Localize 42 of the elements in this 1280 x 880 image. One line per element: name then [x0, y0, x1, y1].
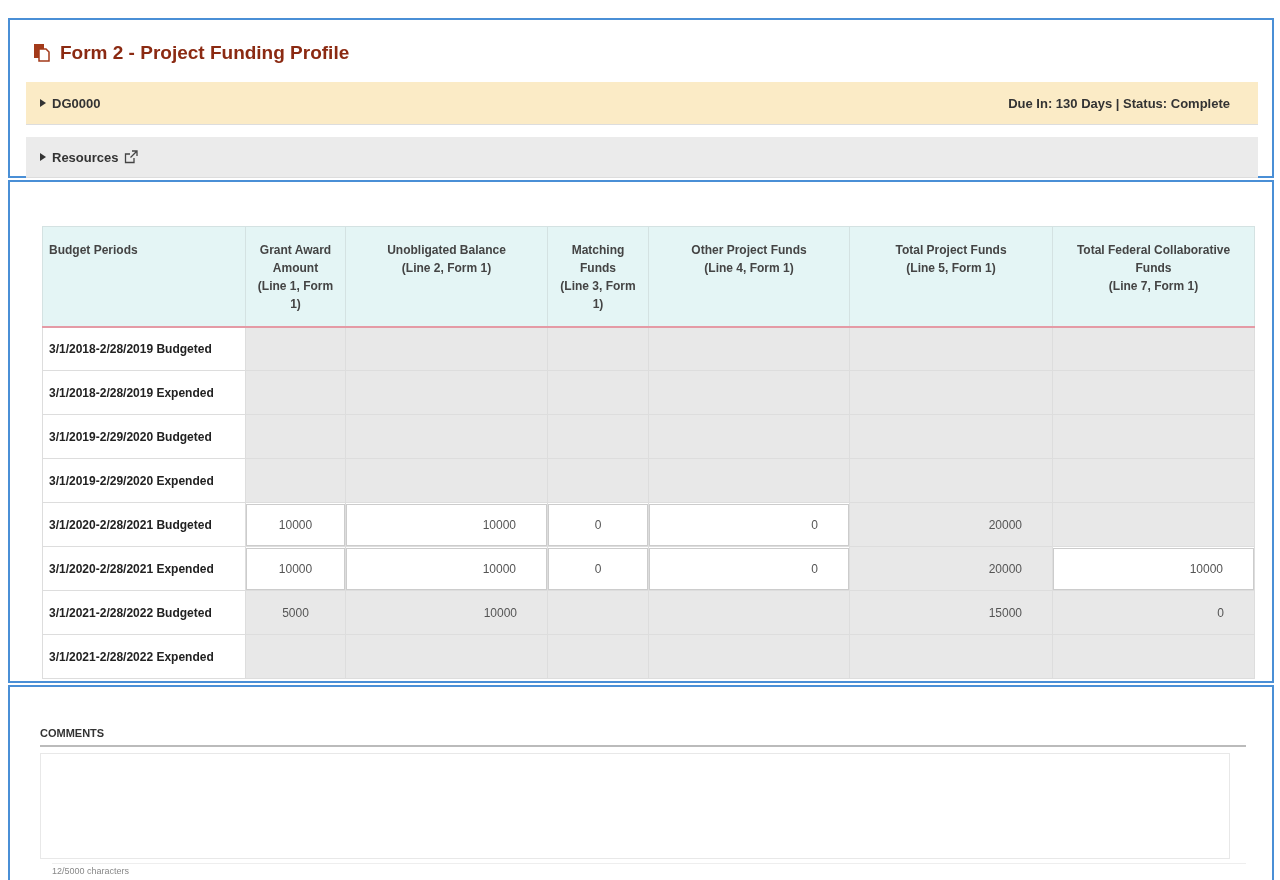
- column-header: Total Federal Collaborative Funds (Line 7, Form 1): [1052, 226, 1255, 327]
- external-link-icon[interactable]: [124, 150, 139, 164]
- grant-bar[interactable]: DG0000 Due In: 130 Days | Status: Complete: [26, 82, 1258, 125]
- amount-field[interactable]: 0: [548, 503, 648, 546]
- amount-field[interactable]: 10000: [346, 547, 547, 590]
- amount-field[interactable]: 0: [649, 547, 849, 590]
- column-header: Other Project Funds (Line 4, Form 1): [648, 226, 850, 327]
- period-cell: 3/1/2018-2/28/2019 Expended: [42, 370, 246, 415]
- amount-field[interactable]: 0: [548, 547, 648, 590]
- period-cell: 3/1/2020-2/28/2021 Budgeted: [42, 502, 246, 547]
- amount-field[interactable]: 10000: [246, 547, 345, 590]
- status-summary: Due In: 130 Days | Status: Complete: [1008, 95, 1230, 111]
- period-cell: 3/1/2018-2/28/2019 Budgeted: [42, 326, 246, 371]
- caret-icon: [40, 153, 46, 161]
- readonly-cell: 10000: [345, 590, 548, 635]
- amount-field[interactable]: 0: [649, 503, 849, 546]
- readonly-cell: 15000: [849, 590, 1053, 635]
- column-header: Unobligated Balance (Line 2, Form 1): [345, 226, 548, 327]
- period-cell: 3/1/2019-2/29/2020 Budgeted: [42, 414, 246, 459]
- amount-field[interactable]: 10000: [346, 503, 547, 546]
- readonly-cell: 5000: [245, 590, 346, 635]
- column-header: Total Project Funds (Line 5, Form 1): [849, 226, 1053, 327]
- period-cell: 3/1/2021-2/28/2022 Expended: [42, 634, 246, 679]
- amount-field[interactable]: 10000: [246, 503, 345, 546]
- form-title: Form 2 - Project Funding Profile: [60, 42, 350, 64]
- document-icon: [34, 44, 50, 62]
- column-header: Budget Periods: [42, 226, 246, 327]
- period-cell: 3/1/2020-2/28/2021 Expended: [42, 546, 246, 591]
- column-header: Grant Award Amount (Line 1, Form 1): [245, 226, 346, 327]
- readonly-cell: 20000: [849, 502, 1053, 547]
- column-header: Matching Funds (Line 3, Form 1): [547, 226, 649, 327]
- period-cell: 3/1/2019-2/29/2020 Expended: [42, 458, 246, 503]
- readonly-cell: 20000: [849, 546, 1053, 591]
- comments-heading: COMMENTS: [40, 727, 1246, 747]
- character-counter: 12/5000 characters: [52, 863, 1246, 876]
- amount-field[interactable]: 10000: [1053, 547, 1254, 590]
- readonly-cell: 0: [1052, 590, 1255, 635]
- period-cell: 3/1/2021-2/28/2022 Budgeted: [42, 590, 246, 635]
- caret-icon: [40, 99, 46, 107]
- resources-label: Resources: [52, 149, 119, 165]
- resources-bar[interactable]: Resources: [26, 137, 1258, 178]
- grant-id: DG0000: [52, 95, 101, 111]
